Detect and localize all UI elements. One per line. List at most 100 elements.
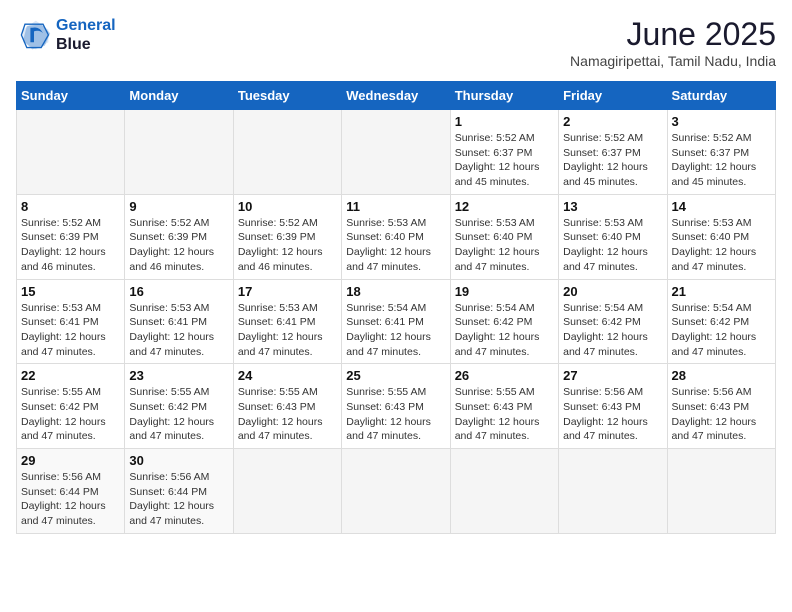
header-friday: Friday bbox=[559, 82, 667, 110]
logo-icon bbox=[16, 17, 52, 53]
calendar-day-cell: 8 Sunrise: 5:52 AMSunset: 6:39 PMDaylight… bbox=[17, 194, 125, 279]
logo-text: General Blue bbox=[56, 16, 116, 54]
day-number: 2 bbox=[563, 114, 662, 129]
location-subtitle: Namagiripettai, Tamil Nadu, India bbox=[570, 53, 776, 69]
day-number: 21 bbox=[672, 284, 771, 299]
calendar-day-cell: 30 Sunrise: 5:56 AMSunset: 6:44 PMDayligh… bbox=[125, 449, 233, 534]
day-number: 28 bbox=[672, 368, 771, 383]
header-wednesday: Wednesday bbox=[342, 82, 450, 110]
day-number: 14 bbox=[672, 199, 771, 214]
day-detail: Sunrise: 5:56 AMSunset: 6:43 PMDaylight:… bbox=[563, 385, 662, 444]
calendar-week-row: 22 Sunrise: 5:55 AMSunset: 6:42 PMDayligh… bbox=[17, 364, 776, 449]
calendar-day-cell bbox=[233, 110, 341, 195]
calendar-day-cell: 26 Sunrise: 5:55 AMSunset: 6:43 PMDayligh… bbox=[450, 364, 558, 449]
calendar-day-cell: 3Sunrise: 5:52 AMSunset: 6:37 PMDaylight… bbox=[667, 110, 775, 195]
calendar-day-cell: 20 Sunrise: 5:54 AMSunset: 6:42 PMDayligh… bbox=[559, 279, 667, 364]
header-monday: Monday bbox=[125, 82, 233, 110]
day-detail: Sunrise: 5:55 AMSunset: 6:42 PMDaylight:… bbox=[21, 385, 120, 444]
calendar-day-cell bbox=[342, 110, 450, 195]
day-number: 16 bbox=[129, 284, 228, 299]
day-number: 3 bbox=[672, 114, 771, 129]
day-detail: Sunrise: 5:52 AMSunset: 6:39 PMDaylight:… bbox=[129, 216, 228, 275]
day-detail: Sunrise: 5:52 AMSunset: 6:37 PMDaylight:… bbox=[455, 131, 554, 190]
calendar-day-cell: 23 Sunrise: 5:55 AMSunset: 6:42 PMDayligh… bbox=[125, 364, 233, 449]
calendar-day-cell: 14 Sunrise: 5:53 AMSunset: 6:40 PMDayligh… bbox=[667, 194, 775, 279]
day-number: 18 bbox=[346, 284, 445, 299]
day-number: 20 bbox=[563, 284, 662, 299]
day-detail: Sunrise: 5:55 AMSunset: 6:43 PMDaylight:… bbox=[238, 385, 337, 444]
calendar-day-cell bbox=[233, 449, 341, 534]
calendar-body: 1 Sunrise: 5:52 AMSunset: 6:37 PMDaylight… bbox=[17, 110, 776, 534]
day-number: 30 bbox=[129, 453, 228, 468]
month-title: June 2025 bbox=[570, 16, 776, 53]
day-number: 29 bbox=[21, 453, 120, 468]
day-detail: Sunrise: 5:53 AMSunset: 6:41 PMDaylight:… bbox=[129, 301, 228, 360]
calendar-day-cell: 25 Sunrise: 5:55 AMSunset: 6:43 PMDayligh… bbox=[342, 364, 450, 449]
day-number: 22 bbox=[21, 368, 120, 383]
calendar-day-cell: 1 Sunrise: 5:52 AMSunset: 6:37 PMDaylight… bbox=[450, 110, 558, 195]
page-header: General Blue June 2025 Namagiripettai, T… bbox=[16, 16, 776, 69]
day-number: 27 bbox=[563, 368, 662, 383]
header-sunday: Sunday bbox=[17, 82, 125, 110]
day-number: 19 bbox=[455, 284, 554, 299]
header-thursday: Thursday bbox=[450, 82, 558, 110]
calendar-day-cell: 19 Sunrise: 5:54 AMSunset: 6:42 PMDayligh… bbox=[450, 279, 558, 364]
calendar-week-row: 29 Sunrise: 5:56 AMSunset: 6:44 PMDayligh… bbox=[17, 449, 776, 534]
day-number: 23 bbox=[129, 368, 228, 383]
calendar-day-cell: 9 Sunrise: 5:52 AMSunset: 6:39 PMDaylight… bbox=[125, 194, 233, 279]
calendar-day-cell: 29 Sunrise: 5:56 AMSunset: 6:44 PMDayligh… bbox=[17, 449, 125, 534]
calendar-day-cell: 24 Sunrise: 5:55 AMSunset: 6:43 PMDayligh… bbox=[233, 364, 341, 449]
calendar-day-cell: 15Sunrise: 5:53 AMSunset: 6:41 PMDayligh… bbox=[17, 279, 125, 364]
calendar-day-cell: 18 Sunrise: 5:54 AMSunset: 6:41 PMDayligh… bbox=[342, 279, 450, 364]
day-detail: Sunrise: 5:54 AMSunset: 6:42 PMDaylight:… bbox=[455, 301, 554, 360]
day-detail: Sunrise: 5:53 AMSunset: 6:41 PMDaylight:… bbox=[21, 301, 120, 360]
calendar-day-cell bbox=[342, 449, 450, 534]
day-number: 11 bbox=[346, 199, 445, 214]
calendar-day-cell: 17 Sunrise: 5:53 AMSunset: 6:41 PMDayligh… bbox=[233, 279, 341, 364]
calendar-day-cell: 2 Sunrise: 5:52 AMSunset: 6:37 PMDaylight… bbox=[559, 110, 667, 195]
calendar-day-cell bbox=[17, 110, 125, 195]
calendar-day-cell: 16 Sunrise: 5:53 AMSunset: 6:41 PMDayligh… bbox=[125, 279, 233, 364]
day-detail: Sunrise: 5:54 AMSunset: 6:41 PMDaylight:… bbox=[346, 301, 445, 360]
calendar-week-row: 1 Sunrise: 5:52 AMSunset: 6:37 PMDaylight… bbox=[17, 110, 776, 195]
calendar-day-cell: 21 Sunrise: 5:54 AMSunset: 6:42 PMDayligh… bbox=[667, 279, 775, 364]
calendar-day-cell: 10Sunrise: 5:52 AMSunset: 6:39 PMDayligh… bbox=[233, 194, 341, 279]
day-detail: Sunrise: 5:52 AMSunset: 6:37 PMDaylight:… bbox=[563, 131, 662, 190]
day-number: 24 bbox=[238, 368, 337, 383]
title-block: June 2025 Namagiripettai, Tamil Nadu, In… bbox=[570, 16, 776, 69]
calendar-day-cell: 27 Sunrise: 5:56 AMSunset: 6:43 PMDayligh… bbox=[559, 364, 667, 449]
day-detail: Sunrise: 5:54 AMSunset: 6:42 PMDaylight:… bbox=[672, 301, 771, 360]
calendar-day-cell: 11Sunrise: 5:53 AMSunset: 6:40 PMDayligh… bbox=[342, 194, 450, 279]
day-detail: Sunrise: 5:55 AMSunset: 6:42 PMDaylight:… bbox=[129, 385, 228, 444]
day-detail: Sunrise: 5:55 AMSunset: 6:43 PMDaylight:… bbox=[346, 385, 445, 444]
calendar-day-cell bbox=[125, 110, 233, 195]
calendar-day-cell bbox=[450, 449, 558, 534]
header-tuesday: Tuesday bbox=[233, 82, 341, 110]
day-number: 17 bbox=[238, 284, 337, 299]
day-detail: Sunrise: 5:52 AMSunset: 6:39 PMDaylight:… bbox=[21, 216, 120, 275]
day-number: 10 bbox=[238, 199, 337, 214]
calendar-day-cell bbox=[667, 449, 775, 534]
day-number: 25 bbox=[346, 368, 445, 383]
day-detail: Sunrise: 5:53 AMSunset: 6:40 PMDaylight:… bbox=[563, 216, 662, 275]
day-detail: Sunrise: 5:56 AMSunset: 6:43 PMDaylight:… bbox=[672, 385, 771, 444]
calendar-week-row: 15Sunrise: 5:53 AMSunset: 6:41 PMDayligh… bbox=[17, 279, 776, 364]
calendar-week-row: 8 Sunrise: 5:52 AMSunset: 6:39 PMDaylight… bbox=[17, 194, 776, 279]
day-number: 8 bbox=[21, 199, 120, 214]
day-number: 13 bbox=[563, 199, 662, 214]
calendar-table: Sunday Monday Tuesday Wednesday Thursday… bbox=[16, 81, 776, 534]
header-saturday: Saturday bbox=[667, 82, 775, 110]
day-number: 26 bbox=[455, 368, 554, 383]
day-number: 9 bbox=[129, 199, 228, 214]
calendar-day-cell: 12Sunrise: 5:53 AMSunset: 6:40 PMDayligh… bbox=[450, 194, 558, 279]
logo: General Blue bbox=[16, 16, 116, 54]
day-detail: Sunrise: 5:55 AMSunset: 6:43 PMDaylight:… bbox=[455, 385, 554, 444]
day-detail: Sunrise: 5:56 AMSunset: 6:44 PMDaylight:… bbox=[129, 470, 228, 529]
day-detail: Sunrise: 5:53 AMSunset: 6:40 PMDaylight:… bbox=[455, 216, 554, 275]
day-detail: Sunrise: 5:53 AMSunset: 6:40 PMDaylight:… bbox=[672, 216, 771, 275]
day-number: 1 bbox=[455, 114, 554, 129]
day-detail: Sunrise: 5:56 AMSunset: 6:44 PMDaylight:… bbox=[21, 470, 120, 529]
day-detail: Sunrise: 5:54 AMSunset: 6:42 PMDaylight:… bbox=[563, 301, 662, 360]
day-detail: Sunrise: 5:53 AMSunset: 6:41 PMDaylight:… bbox=[238, 301, 337, 360]
calendar-day-cell bbox=[559, 449, 667, 534]
